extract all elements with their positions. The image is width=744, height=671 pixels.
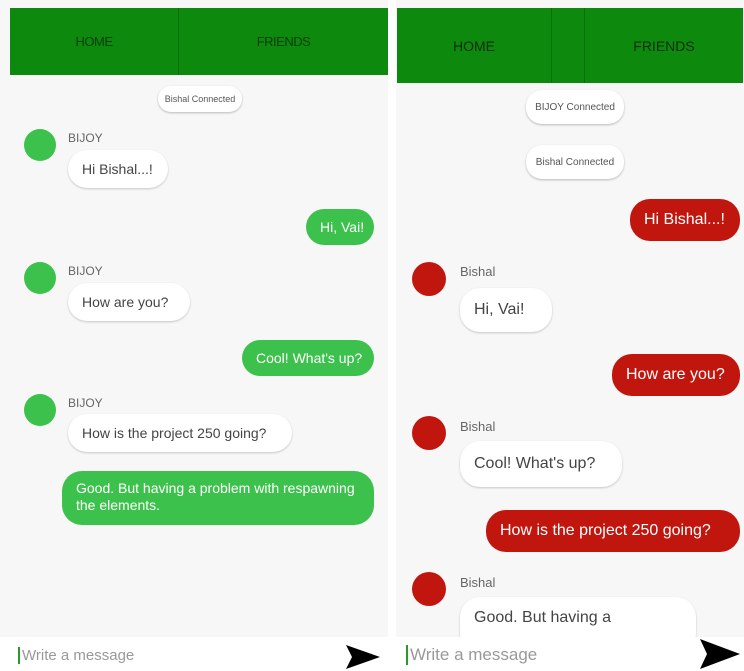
tab-home[interactable]: HOME [10, 8, 179, 75]
avatar[interactable] [412, 572, 446, 606]
sender-name: Bishal [460, 264, 496, 279]
outgoing-message: How are you? [612, 354, 740, 396]
send-arrow-icon[interactable] [346, 645, 380, 669]
screen-divider [388, 0, 396, 671]
left-chat-screen: HOME FRIENDS Bishal Connected BIJOY Hi B… [0, 0, 388, 671]
incoming-message: Cool! What's up? [460, 441, 622, 487]
message-input-bar [0, 637, 388, 671]
avatar[interactable] [412, 416, 446, 450]
message-input-bar [396, 637, 744, 671]
incoming-message: How are you? [68, 283, 190, 321]
outgoing-message: Hi Bishal...! [630, 199, 740, 241]
message-input[interactable] [406, 645, 710, 665]
tab-friends[interactable]: FRIENDS [585, 8, 743, 83]
outgoing-message: How is the project 250 going? [486, 510, 740, 552]
avatar[interactable] [24, 394, 56, 426]
send-arrow-icon[interactable] [700, 639, 740, 669]
message-input[interactable] [18, 647, 322, 664]
avatar[interactable] [24, 129, 56, 161]
sender-name: BIJOY [68, 131, 103, 145]
system-message: Bishal Connected [526, 145, 624, 179]
incoming-message: Hi Bishal...! [68, 150, 168, 188]
avatar[interactable] [24, 262, 56, 294]
tab-home[interactable]: HOME [397, 8, 552, 83]
incoming-message: Hi, Vai! [460, 288, 552, 332]
incoming-message: How is the project 250 going? [68, 414, 292, 452]
sender-name: BIJOY [68, 264, 103, 278]
tab-bar: HOME FRIENDS [10, 8, 388, 75]
system-message: Bishal Connected [158, 86, 242, 112]
tab-bar: HOME FRIENDS [397, 8, 743, 83]
tab-separator [552, 8, 585, 83]
sender-name: BIJOY [68, 396, 103, 410]
outgoing-message: Hi, Vai! [306, 209, 374, 245]
outgoing-message: Good. But having a problem with respawni… [62, 471, 374, 525]
avatar[interactable] [412, 262, 446, 296]
tab-friends[interactable]: FRIENDS [179, 8, 388, 75]
sender-name: Bishal [460, 575, 496, 590]
outgoing-message: Cool! What's up? [242, 340, 374, 376]
sender-name: Bishal [460, 419, 496, 434]
right-chat-screen: HOME FRIENDS BIJOY Connected Bishal Conn… [396, 0, 744, 671]
system-message: BIJOY Connected [526, 90, 624, 124]
